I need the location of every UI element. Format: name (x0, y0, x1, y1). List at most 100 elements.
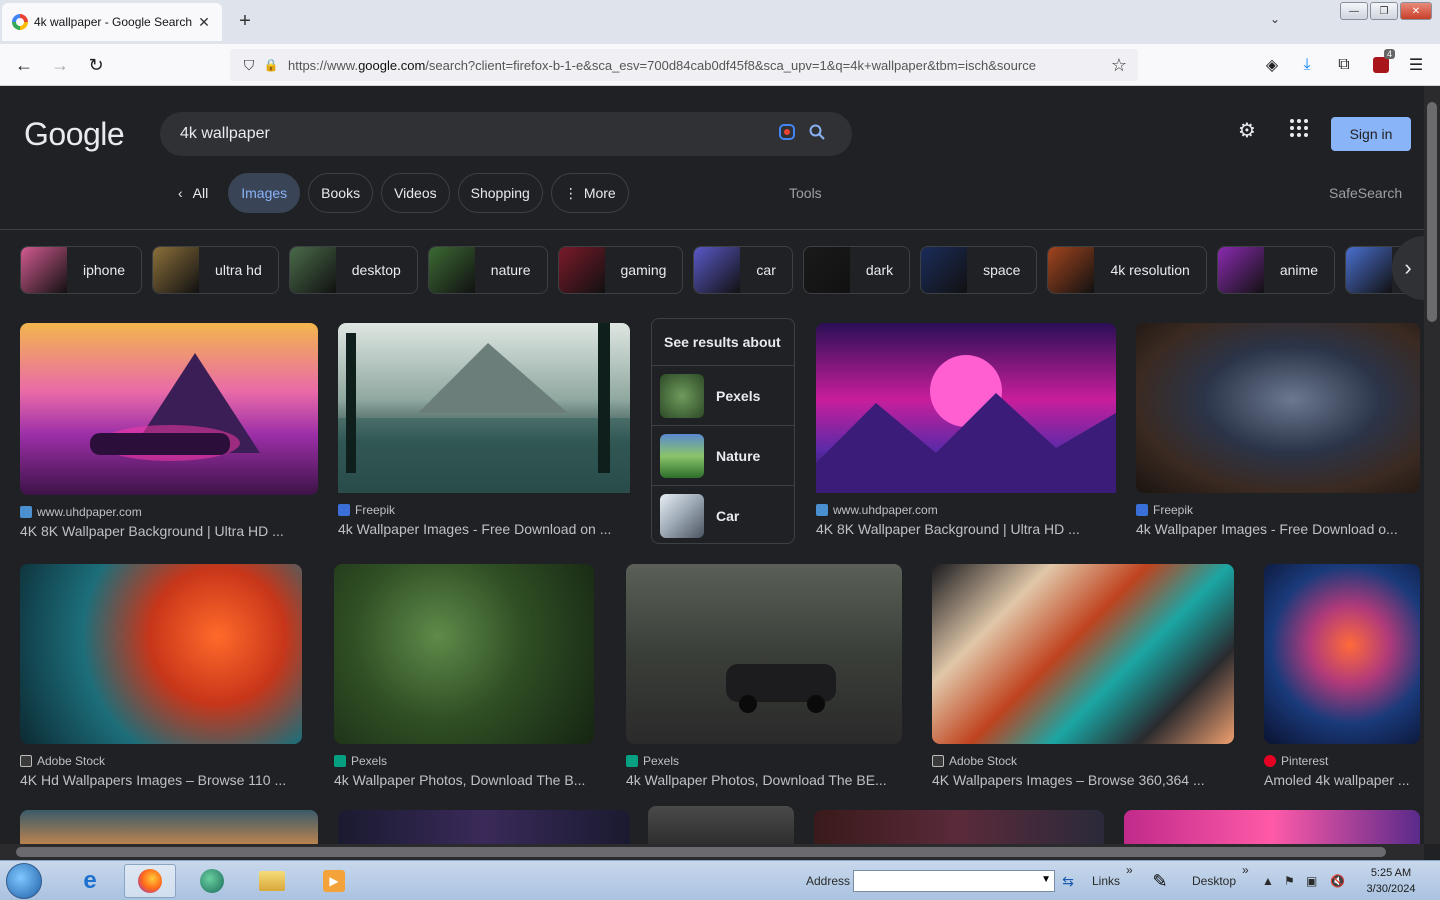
result-thumbnail[interactable] (816, 323, 1116, 493)
tab-videos[interactable]: Videos (381, 173, 450, 213)
image-result[interactable]: Adobe Stock 4K Wallpapers Images – Brows… (932, 564, 1234, 788)
result-thumbnail[interactable] (334, 564, 594, 744)
related-search-chip[interactable]: nature (427, 246, 548, 294)
image-result[interactable]: www.uhdpaper.com 4K 8K Wallpaper Backgro… (816, 323, 1116, 537)
result-title[interactable]: 4k Wallpaper Images - Free Download on .… (338, 521, 630, 537)
google-lens-icon[interactable] (772, 123, 802, 146)
related-search-chip[interactable]: 4k resolution (1047, 246, 1207, 294)
vertical-scrollbar-thumb[interactable] (1427, 102, 1437, 322)
app-globe-icon[interactable] (186, 864, 238, 898)
result-thumbnail[interactable] (626, 564, 902, 744)
network-icon[interactable]: ▣ (1306, 874, 1317, 888)
extensions-icon[interactable]: ⧉ (1331, 52, 1357, 78)
related-search-chip[interactable]: gaming (557, 246, 684, 294)
url-text[interactable]: https://www.google.com/search?client=fir… (288, 58, 1108, 73)
result-title[interactable]: Amoled 4k wallpaper ... (1264, 772, 1420, 788)
result-thumbnail[interactable] (20, 564, 302, 744)
tab-images[interactable]: Images (228, 173, 301, 213)
result-thumbnail[interactable] (814, 810, 1104, 844)
related-search-chip[interactable]: dark (802, 246, 911, 294)
tab-all[interactable]: ‹ All (166, 173, 220, 213)
tray-expand-icon[interactable]: ▲ (1262, 874, 1274, 888)
result-title[interactable]: 4k Wallpaper Photos, Download The BE... (626, 772, 902, 788)
image-result[interactable]: Pexels 4k Wallpaper Photos, Download The… (334, 564, 594, 788)
bookmark-star-icon[interactable]: ☆ (1108, 55, 1130, 76)
related-search-chip[interactable]: desktop (288, 246, 418, 294)
dropdown-arrow-icon[interactable]: ▼ (1041, 874, 1051, 885)
image-result[interactable]: Pexels 4k Wallpaper Photos, Download The… (626, 564, 902, 788)
tools-button[interactable]: Tools (789, 185, 822, 201)
tab-close-icon[interactable]: ✕ (196, 14, 212, 31)
internet-explorer-icon[interactable]: e (64, 864, 116, 898)
lock-icon[interactable]: 🔒 (260, 58, 282, 72)
go-arrow-icon[interactable]: ⇆ (1056, 864, 1080, 898)
downloads-icon[interactable]: ⤓ (1294, 52, 1320, 78)
see-about-item-car[interactable]: Car (652, 485, 794, 545)
tab-shopping[interactable]: Shopping (457, 173, 543, 213)
related-search-chip[interactable]: car (693, 246, 793, 294)
related-search-chip[interactable]: anime (1216, 246, 1335, 294)
image-result[interactable] (1124, 810, 1420, 844)
result-thumbnail[interactable] (20, 810, 318, 844)
image-result[interactable] (338, 810, 630, 844)
result-thumbnail[interactable] (648, 806, 794, 844)
related-search-chip[interactable]: iphone (20, 246, 143, 294)
result-thumbnail[interactable] (20, 323, 318, 495)
result-thumbnail[interactable] (338, 810, 630, 844)
address-bar[interactable]: ⛉ 🔒 https://www.google.com/search?client… (230, 49, 1138, 81)
image-result[interactable]: www.uhdpaper.com 4K 8K Wallpaper Backgro… (20, 323, 318, 539)
google-logo[interactable]: Google (24, 116, 125, 153)
see-about-item-nature[interactable]: Nature (652, 425, 794, 485)
image-result[interactable] (20, 810, 318, 844)
result-title[interactable]: 4k Wallpaper Photos, Download The B... (334, 772, 594, 788)
image-result[interactable] (648, 806, 794, 844)
search-box[interactable]: 4k wallpaper (160, 112, 852, 156)
image-result[interactable]: Freepik 4k Wallpaper Images - Free Downl… (1136, 323, 1420, 537)
result-title[interactable]: 4K Hd Wallpapers Images – Browse 110 ... (20, 772, 302, 788)
reload-button[interactable]: ↻ (83, 52, 109, 78)
result-title[interactable]: 4K 8K Wallpaper Background | Ultra HD ..… (816, 521, 1116, 537)
result-thumbnail[interactable] (932, 564, 1234, 744)
horizontal-scrollbar[interactable] (0, 844, 1424, 860)
sign-in-button[interactable]: Sign in (1331, 117, 1411, 151)
restore-button[interactable]: ❐ (1370, 2, 1398, 20)
see-about-item-pexels[interactable]: Pexels (652, 365, 794, 425)
result-title[interactable]: 4K 8K Wallpaper Background | Ultra HD ..… (20, 523, 318, 539)
related-search-chip[interactable]: space (920, 246, 1038, 294)
firefox-icon[interactable] (124, 864, 176, 898)
image-result[interactable] (814, 810, 1104, 844)
notepad-icon[interactable]: ✎ (1142, 864, 1178, 898)
result-thumbnail[interactable] (1264, 564, 1420, 744)
forward-button[interactable]: → (47, 52, 73, 78)
related-search-chip[interactable]: ultra hd (152, 246, 279, 294)
links-chevron-icon[interactable]: » (1126, 863, 1133, 877)
google-apps-icon[interactable] (1289, 118, 1309, 144)
close-window-button[interactable]: ✕ (1400, 2, 1432, 20)
volume-muted-icon[interactable]: 🔇 (1330, 874, 1345, 888)
desktop-chevron-icon[interactable]: » (1242, 863, 1249, 877)
desktop-toolbar-label[interactable]: Desktop (1192, 874, 1236, 888)
tab-google-search[interactable]: 4k wallpaper - Google Search ✕ (2, 3, 222, 41)
settings-gear-icon[interactable]: ⚙ (1238, 118, 1256, 143)
result-title[interactable]: 4k Wallpaper Images - Free Download o... (1136, 521, 1420, 537)
vertical-scrollbar[interactable] (1424, 86, 1440, 844)
ublock-extension-icon[interactable]: 4 (1368, 49, 1395, 78)
image-result[interactable]: Adobe Stock 4K Hd Wallpapers Images – Br… (20, 564, 302, 788)
action-center-flag-icon[interactable]: ⚑ (1284, 874, 1295, 888)
taskbar-address-input[interactable]: ▼ (853, 870, 1055, 892)
file-explorer-icon[interactable] (246, 864, 298, 898)
media-player-icon[interactable]: ▶ (308, 864, 360, 898)
image-result[interactable]: Pinterest Amoled 4k wallpaper ... (1264, 564, 1420, 788)
result-title[interactable]: 4K Wallpapers Images – Browse 360,364 ..… (932, 772, 1234, 788)
start-button[interactable] (6, 863, 42, 899)
safesearch-button[interactable]: SafeSearch (1329, 185, 1402, 201)
new-tab-button[interactable]: + (234, 10, 256, 32)
result-thumbnail[interactable] (1136, 323, 1420, 493)
pocket-icon[interactable]: ◈ (1259, 52, 1285, 78)
app-menu-icon[interactable]: ☰ (1403, 52, 1429, 78)
search-input[interactable]: 4k wallpaper (180, 125, 772, 143)
horizontal-scrollbar-thumb[interactable] (16, 847, 1386, 857)
result-thumbnail[interactable] (1124, 810, 1420, 844)
tracking-protection-shield-icon[interactable]: ⛉ (238, 57, 260, 74)
list-all-tabs-icon[interactable]: ⌄ (1270, 12, 1280, 26)
